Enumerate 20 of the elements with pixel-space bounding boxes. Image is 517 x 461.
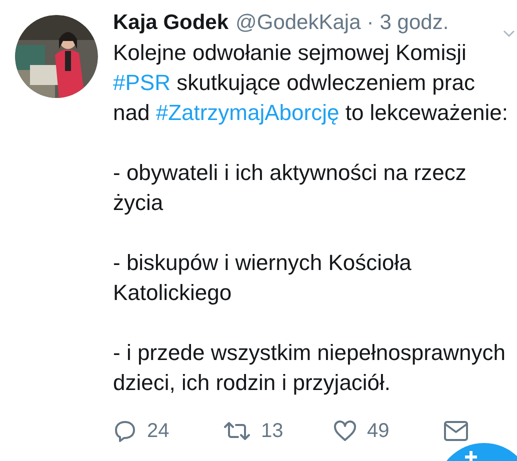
tweet-text: - biskupów i wiernych Kościoła Katolickiego	[113, 249, 412, 307]
tweet-time: 3 godz.	[380, 10, 449, 36]
chevron-down-icon[interactable]	[503, 30, 515, 38]
message-button[interactable]	[443, 420, 469, 442]
tweet-text: - obywateli i ich aktywności na rzecz życia	[113, 159, 468, 217]
separator: ·	[366, 10, 374, 36]
speech-bubble-icon	[113, 419, 137, 443]
hashtag-link[interactable]: #ZatrzymajAborcję	[156, 100, 340, 125]
plus-icon	[464, 451, 478, 461]
tweet-text: Kolejne odwołanie sejmowej Komisji #PSR skutkujące odwleczeniem prac nad #ZatrzymajAborcję to lekceważenie:	[113, 39, 509, 127]
like-button[interactable]: 49	[333, 416, 443, 446]
reply-button[interactable]: 24	[113, 416, 223, 446]
heart-icon	[333, 419, 357, 443]
envelope-icon	[443, 420, 469, 442]
retweet-button[interactable]: 13	[223, 416, 333, 446]
tweet-text: - i przede wszystkim niepełnosprawnych dzieci, ich rodzin i przyjaciół.	[113, 339, 506, 397]
author-handle[interactable]: @GodekKaja	[236, 8, 361, 38]
retweet-icon	[223, 419, 251, 443]
author-name[interactable]: Kaja Godek	[113, 8, 229, 38]
hashtag-link[interactable]: #PSR	[113, 70, 170, 95]
